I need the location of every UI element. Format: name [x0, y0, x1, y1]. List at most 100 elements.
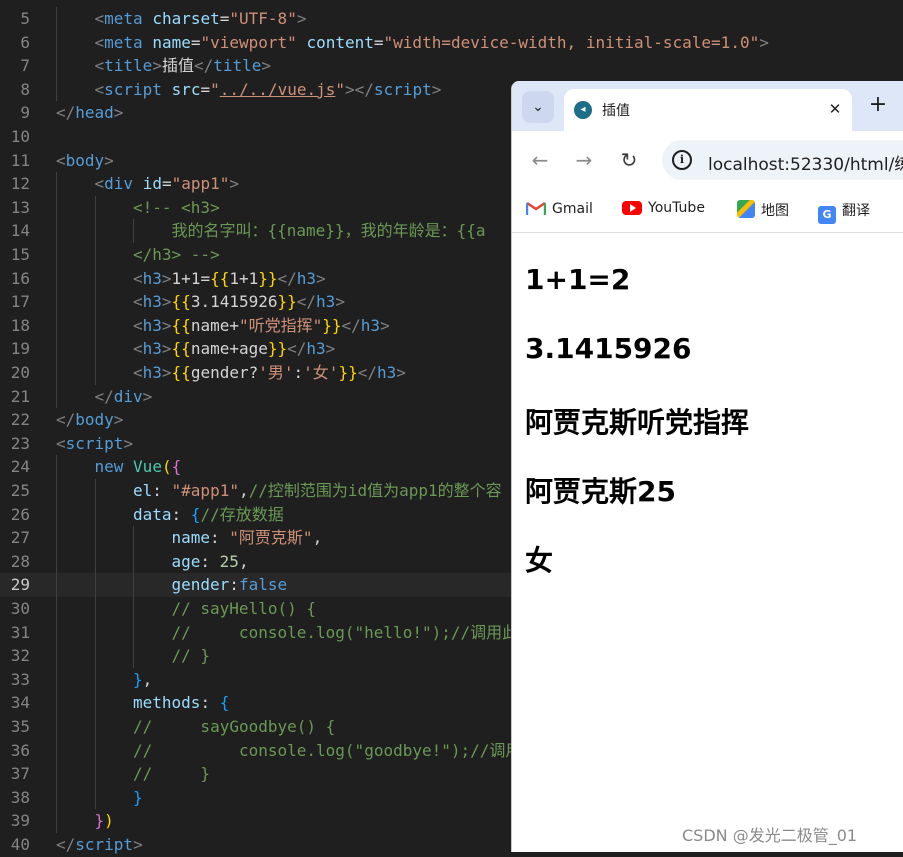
code-token: {{	[171, 363, 191, 382]
bookmark-label: 翻译	[842, 203, 870, 219]
code-token: 我的名字叫：{{name}}，我的年龄是：{{a	[171, 221, 486, 241]
code-token: </	[357, 363, 377, 382]
output-heading: 3.1415926	[525, 332, 692, 365]
code-text: new Vue({	[95, 455, 182, 479]
code-token: // console.log("hello!");//调用此	[171, 622, 519, 642]
close-icon[interactable]: ✕	[824, 98, 846, 120]
line-number: 18	[10, 315, 30, 335]
code-token: h3	[316, 292, 336, 312]
tab-search-button[interactable]: ⌄	[522, 91, 554, 123]
code-token: >	[316, 268, 326, 288]
back-button[interactable]: ←	[526, 146, 554, 174]
code-text: methods: {	[133, 691, 229, 715]
code-token: </	[56, 103, 76, 123]
indent-guide	[94, 266, 96, 291]
code-text: <div id="app1">	[95, 172, 240, 196]
code-token: :	[152, 481, 172, 500]
bookmark-translate[interactable]: G 翻译	[818, 200, 870, 224]
indent-guide	[56, 384, 57, 409]
code-token: </	[287, 339, 307, 359]
code-token: <	[94, 174, 105, 194]
line-number: 24	[10, 457, 30, 477]
browser-toolbar: ← → ↻ i localhost:52330/html/练	[512, 131, 903, 189]
line-number: 31	[10, 622, 30, 642]
info-icon[interactable]: i	[672, 150, 692, 170]
reload-icon: ↻	[620, 148, 638, 172]
code-token: h3	[376, 363, 397, 382]
indent-guide	[56, 667, 57, 692]
code-token: >	[104, 150, 114, 170]
code-token: </	[193, 56, 214, 76]
address-bar[interactable]: i localhost:52330/html/练	[662, 140, 903, 180]
indent-guide	[94, 313, 96, 338]
code-text: </h3> -->	[133, 243, 220, 267]
indent-guide	[133, 620, 134, 645]
indent-guide	[94, 337, 96, 361]
code-token: {{	[210, 268, 230, 288]
indent-guide	[94, 526, 96, 550]
translate-icon: G	[818, 206, 836, 224]
line-number: 8	[20, 79, 30, 99]
code-token: ,	[238, 551, 249, 571]
code-token: >	[261, 56, 272, 76]
line-number: 27	[10, 528, 30, 548]
code-line[interactable]: 7 <title>插值</title>	[0, 54, 903, 78]
code-text: <meta name="viewport" content="width=dev…	[95, 31, 769, 55]
code-token: h3	[142, 315, 162, 335]
code-token: script	[373, 79, 432, 99]
code-token: content	[306, 32, 374, 52]
code-token: <	[94, 79, 105, 99]
forward-button[interactable]: →	[570, 146, 598, 174]
line-number: 11	[10, 150, 30, 170]
arrow-right-icon: →	[575, 148, 593, 172]
code-token: id	[142, 174, 162, 194]
code-token: h3	[142, 292, 162, 312]
code-token: 1+1	[229, 268, 259, 288]
code-line[interactable]: 6 <meta name="viewport" content="width=de…	[0, 30, 903, 55]
code-token: h3	[296, 268, 317, 288]
code-token: //存放数据	[200, 504, 284, 524]
reload-button[interactable]: ↻	[615, 146, 643, 174]
code-text: // console.log("hello!");//调用此	[172, 621, 519, 645]
code-text: name: "阿贾克斯",	[172, 526, 323, 550]
code-token: '男'	[258, 363, 294, 382]
watermark: CSDN @发光二极管_01	[682, 826, 858, 845]
bookmark-youtube[interactable]: YouTube	[622, 200, 705, 220]
code-token: (	[161, 457, 172, 477]
bookmark-gmail[interactable]: Gmail	[526, 200, 593, 220]
code-token: "	[335, 79, 345, 99]
code-text: <h3>{{name+age}}</h3>	[133, 337, 335, 361]
indent-guide	[56, 30, 57, 55]
code-line[interactable]: 5 <meta charset="UTF-8">	[0, 7, 903, 31]
line-number: 23	[10, 433, 30, 453]
browser-tab[interactable]: ◂ 插值 ✕	[564, 89, 852, 131]
code-token: "听党指挥"	[238, 315, 323, 335]
line-number: 40	[10, 835, 30, 854]
code-token: 3.1415926	[190, 292, 278, 312]
code-token: title	[104, 56, 153, 76]
bookmark-maps[interactable]: 地图	[737, 200, 789, 220]
output-heading: 1+1=2	[525, 263, 631, 296]
line-number: 5	[20, 9, 30, 28]
tab-strip: ⌄ ◂ 插值 ✕ +	[512, 81, 903, 131]
line-number: 19	[10, 339, 30, 359]
code-token: >	[123, 433, 134, 453]
line-number: 35	[10, 717, 30, 736]
line-number: 13	[10, 197, 30, 217]
bookmark-label: Gmail	[552, 201, 593, 217]
line-number: 12	[10, 174, 30, 194]
line-number: 30	[10, 599, 30, 618]
code-token: h3	[306, 339, 326, 359]
code-token: </	[94, 386, 114, 406]
code-token: >	[325, 339, 336, 359]
code-token: >	[152, 56, 162, 76]
new-tab-button[interactable]: +	[864, 91, 892, 119]
code-text: <body>	[56, 149, 114, 173]
code-token: <	[133, 268, 143, 288]
indent-guide	[56, 313, 57, 338]
code-token: >	[396, 363, 406, 382]
code-token: <	[56, 433, 66, 453]
code-token: script	[65, 433, 124, 453]
